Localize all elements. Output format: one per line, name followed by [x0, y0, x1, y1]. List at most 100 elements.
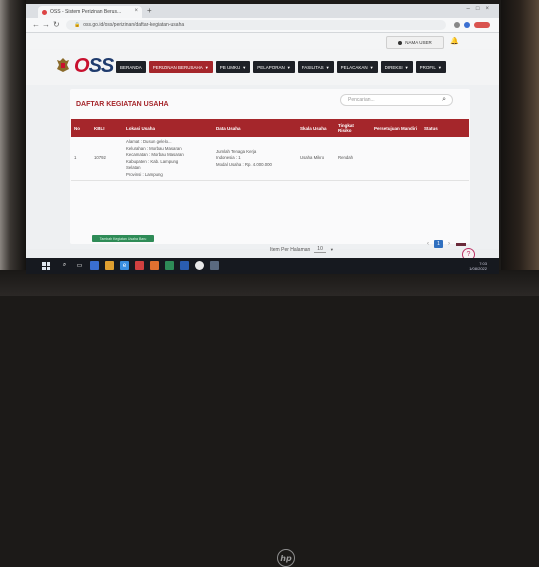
cell-lokasi: Alamat : Dusun gelelo... Kelurahan : Mor…: [123, 137, 213, 181]
oss-topbar: NAMA USER 🔔: [26, 33, 499, 49]
laptop-screen: OSS - Sistem Perizinan Berus... × + –□× …: [26, 4, 499, 274]
col-kbli: KBLI: [94, 125, 105, 131]
windows-taskbar: ⌕ ▭ e 7:03 1/08/2022: [26, 258, 499, 274]
chevron-down-icon: ▼: [242, 64, 247, 70]
browser-tab[interactable]: OSS - Sistem Perizinan Berus... ×: [38, 6, 142, 18]
oss-logo[interactable]: OSS: [74, 55, 115, 78]
url-bar[interactable]: 🔒 oss.go.id/oss/perizinan/daftar-kegiata…: [66, 20, 446, 30]
chevron-down-icon: ▼: [369, 64, 374, 70]
window-controls[interactable]: –□×: [467, 6, 495, 12]
search-input[interactable]: Pencarian... ⌕: [340, 94, 453, 106]
menu-label: PELACAKAN: [340, 64, 368, 70]
browser-address-row: ← → ↻ 🔒 oss.go.id/oss/perizinan/daftar-k…: [26, 18, 499, 33]
laptop-bezel-right: [501, 0, 539, 296]
forward-icon[interactable]: →: [42, 20, 50, 29]
menu-label: PB UMKU: [219, 64, 241, 70]
hp-logo: hp: [277, 549, 295, 567]
pagination: ‹ 1 ›: [427, 240, 450, 248]
logo-text-ss: SS: [88, 55, 115, 77]
add-kegiatan-usaha-button[interactable]: Tambah Kegiatan Usaha Baru: [92, 235, 154, 242]
garuda-emblem-icon: [57, 58, 69, 72]
bell-icon[interactable]: 🔔: [450, 37, 459, 45]
close-tab-icon[interactable]: ×: [134, 8, 138, 14]
menu-label: PERIZINAN BERUSAHA: [152, 64, 203, 70]
new-tab-icon[interactable]: +: [147, 6, 152, 15]
menu-direksi[interactable]: DIREKSI ▼: [380, 61, 413, 73]
col-skala: Skala Usaha: [300, 125, 327, 131]
user-menu-button[interactable]: NAMA USER: [386, 36, 444, 49]
chrome-icon[interactable]: [195, 261, 204, 270]
file-explorer-icon[interactable]: [90, 261, 99, 270]
app-icon[interactable]: [210, 261, 219, 270]
search-icon[interactable]: ⌕: [60, 261, 69, 270]
chevron-down-icon: ▼: [286, 64, 291, 70]
col-status: Status: [424, 125, 438, 131]
logo-text-o: O: [74, 55, 90, 77]
menu-label: PELAPORAN: [257, 64, 285, 70]
items-per-page-select[interactable]: 10: [314, 246, 326, 253]
table-row[interactable]: 1 10792 Alamat : Dusun gelelo... Kelurah…: [71, 137, 469, 181]
chevron-down-icon: ▼: [325, 64, 330, 70]
edge-icon[interactable]: e: [120, 261, 129, 270]
word-icon[interactable]: [180, 261, 189, 270]
reload-icon[interactable]: ↻: [53, 20, 60, 29]
menu-pelaporan[interactable]: PELAPORAN ▼: [253, 61, 295, 73]
chevron-down-icon: ▼: [204, 64, 209, 70]
items-per-page: Item Per Halaman 10 ▼: [270, 246, 334, 253]
chat-badge: [456, 243, 466, 246]
user-label: NAMA USER: [405, 40, 432, 45]
cell-skala: Usaha Mikro: [297, 137, 335, 181]
cell-risiko: Rendah: [335, 137, 371, 181]
menu-fasilitas[interactable]: FASILITAS ▼: [297, 61, 334, 73]
lokasi-line: Provinsi : Lampung: [126, 171, 163, 177]
menu-perizinan-berusaha[interactable]: PERIZINAN BERUSAHA ▼: [148, 61, 213, 73]
oss-header: OSS BERANDA PERIZINAN BERUSAHA ▼ PB UMKU ▼…: [26, 49, 499, 85]
page-title: DAFTAR KEGIATAN USAHA: [76, 101, 169, 108]
prev-page-icon[interactable]: ‹: [427, 241, 429, 247]
task-view-icon[interactable]: ▭: [75, 261, 84, 270]
col-lokasi: Lokasi Usaha: [126, 125, 156, 131]
system-tray[interactable]: 7:03 1/08/2022: [469, 261, 487, 271]
cell-status: [421, 137, 469, 181]
folder-icon[interactable]: [105, 261, 114, 270]
menu-beranda[interactable]: BERANDA: [116, 61, 146, 73]
cell-persetujuan: [371, 137, 421, 181]
chevron-down-icon: ▼: [404, 64, 409, 70]
kegiatan-usaha-card: DAFTAR KEGIATAN USAHA Pencarian... ⌕ No …: [70, 89, 470, 253]
page-button-current[interactable]: 1: [434, 240, 443, 248]
excel-icon[interactable]: [165, 261, 174, 270]
tab-title: OSS - Sistem Perizinan Berus...: [50, 9, 122, 15]
back-icon[interactable]: ←: [32, 20, 40, 29]
search-icon[interactable]: ⌕: [442, 96, 446, 104]
menu-label: DIREKSI: [384, 64, 403, 70]
menu-label: FASILITAS: [301, 64, 324, 70]
chevron-down-icon: ▼: [437, 64, 442, 70]
office-icon[interactable]: [150, 261, 159, 270]
update-badge[interactable]: [474, 22, 490, 28]
col-persetujuan: Persetujuan Mandiri: [374, 125, 418, 131]
cell-no: 1: [71, 137, 91, 181]
menu-pb-umku[interactable]: PB UMKU ▼: [215, 61, 251, 73]
items-per-page-label: Item Per Halaman: [270, 246, 311, 253]
windows-start-icon[interactable]: [42, 262, 50, 270]
next-page-icon[interactable]: ›: [448, 241, 450, 247]
cell-kbli: 10792: [91, 137, 123, 181]
extension-icon[interactable]: [454, 22, 460, 28]
taskbar-apps: ⌕ ▭ e: [60, 261, 219, 270]
table-header-row: No KBLI Lokasi Usaha Data Usaha Skala Us…: [71, 119, 469, 137]
user-icon: [398, 40, 403, 45]
col-data-usaha: Data Usaha: [216, 125, 241, 131]
laptop-bezel-left: [0, 0, 26, 296]
chevron-down-icon[interactable]: ▼: [330, 247, 334, 252]
menu-label: BERANDA: [120, 64, 142, 70]
search-placeholder: Pencarian...: [348, 97, 375, 103]
menu-profil[interactable]: PROFIL ▼: [415, 61, 446, 73]
data-usaha-line: Modal Usaha : Rp. 4.000.000: [216, 161, 272, 167]
main-menu: BERANDA PERIZINAN BERUSAHA ▼ PB UMKU ▼ PEL…: [116, 61, 446, 73]
profile-avatar[interactable]: [464, 22, 470, 28]
oss-page: NAMA USER 🔔 OSS BERANDA PERIZINAN BERUSA…: [26, 33, 499, 261]
store-icon[interactable]: [135, 261, 144, 270]
menu-pelacakan[interactable]: PELACAKAN ▼: [336, 61, 378, 73]
col-no: No: [74, 125, 80, 131]
lock-icon: 🔒: [74, 22, 81, 28]
